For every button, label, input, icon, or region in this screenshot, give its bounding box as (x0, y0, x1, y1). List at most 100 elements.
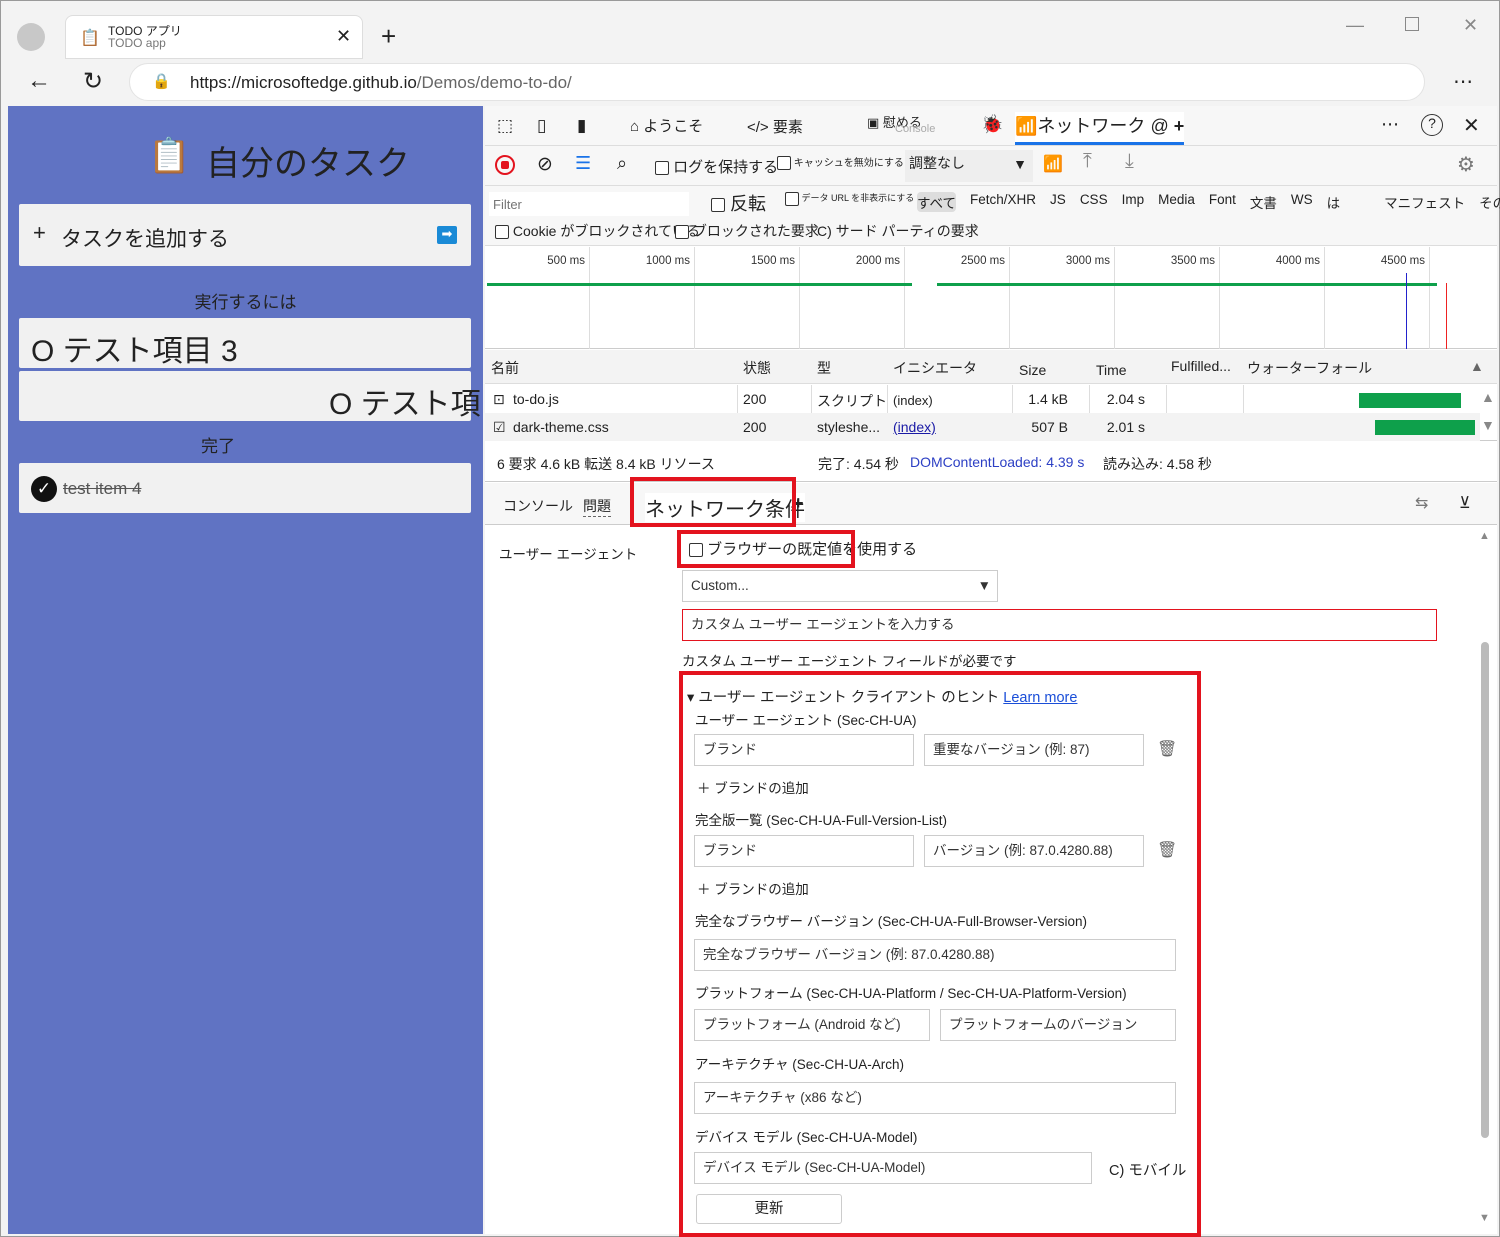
back-icon[interactable]: ← (27, 67, 51, 95)
upload-icon[interactable]: ⤒ (1083, 150, 1092, 173)
tab-welcome[interactable]: ⌂ ようこそ (630, 115, 703, 136)
brand-input[interactable]: ブランド (694, 835, 914, 867)
custom-ua-input[interactable]: カスタム ユーザー エージェントを入力する (682, 609, 1437, 641)
full-browser-version-input[interactable]: 完全なブラウザー バージョン (例: 87.0.4280.88) (694, 939, 1176, 971)
tab-console[interactable]: ▣ 慰める Console (867, 112, 935, 135)
browser-tab[interactable]: 📋 TODO アプリ TODO app ✕ (65, 15, 363, 59)
type-filter[interactable]: JS (1050, 192, 1066, 212)
type-filter[interactable]: Imp (1122, 192, 1145, 212)
disable-cache-checkbox[interactable]: キャッシュを無効にする (777, 154, 904, 171)
sort-up-icon[interactable]: ▲ (1470, 358, 1484, 374)
column-header[interactable]: 名前 (491, 358, 519, 378)
filter-input[interactable] (489, 192, 689, 216)
tab-network[interactable]: 📶ネットワーク @ + (1015, 112, 1185, 145)
tab-elements[interactable]: </> 要素 (747, 116, 803, 137)
platform-input[interactable]: プラットフォーム (Android など) (694, 1009, 930, 1041)
search-icon[interactable]: ⌕ (617, 153, 627, 174)
close-window-icon[interactable]: ✕ (1463, 15, 1478, 36)
scroll-up-icon[interactable]: ▲ (1479, 530, 1490, 542)
close-drawer-icon[interactable]: ⊻ (1459, 493, 1471, 513)
version-input[interactable]: バージョン (例: 87.0.4280.88) (924, 835, 1144, 867)
brand-input[interactable]: ブランド (694, 734, 914, 766)
major-version-input[interactable]: 重要なバージョン (例: 87) (924, 734, 1144, 766)
invert-checkbox[interactable]: 反転 (711, 190, 766, 216)
add-brand-button[interactable]: ＋ ブランドの追加 (697, 878, 809, 898)
trash-icon[interactable]: 🗑 (1157, 739, 1177, 759)
drawer-tab-issues[interactable]: 問題 (583, 496, 611, 517)
table-row[interactable]: ☑ dark-theme.css 200 styleshe... (index)… (485, 413, 1480, 441)
trash-icon[interactable]: 🗑 (1157, 840, 1177, 860)
cell-initiator[interactable]: (index) (893, 419, 936, 435)
throttle-select[interactable]: 調整なし ▼ (905, 150, 1033, 182)
minimize-icon[interactable]: — (1346, 15, 1364, 36)
ua-select[interactable]: Custom... ▼ (682, 570, 998, 602)
column-header[interactable]: Fulfilled... (1171, 358, 1231, 374)
type-filter[interactable]: WS (1291, 192, 1313, 212)
blocked-requests-checkbox[interactable]: ブロックされた要求 (675, 221, 819, 241)
mobile-checkbox[interactable]: C) モバイル (1109, 1159, 1186, 1180)
scroll-down-icon[interactable]: ▼ (1479, 1212, 1490, 1224)
arch-input[interactable]: アーキテクチャ (x86 など) (694, 1082, 1176, 1114)
type-filter-all[interactable]: すべて (917, 192, 957, 212)
maximize-icon[interactable] (1405, 17, 1419, 31)
filter-icon[interactable]: ☰ (575, 153, 591, 174)
hide-data-urls-checkbox[interactable]: データ URL を非表示にする (785, 191, 914, 206)
type-filter[interactable]: 文書 (1250, 192, 1277, 212)
close-tab-icon[interactable]: ✕ (336, 26, 351, 47)
type-filter[interactable]: マニフェスト (1384, 192, 1465, 212)
drawer-tab-console[interactable]: コンソール (503, 496, 573, 516)
more-icon[interactable]: ⋯ (1453, 69, 1473, 94)
close-devtools-icon[interactable]: ✕ (1463, 113, 1480, 138)
new-tab-icon[interactable]: + (381, 21, 396, 52)
type-filter[interactable]: Font (1209, 192, 1236, 212)
table-row[interactable]: ⊡ to-do.js 200 スクリプト (index) 1.4 kB 2.04… (485, 385, 1480, 413)
model-input[interactable]: デバイス モデル (Sec-CH-UA-Model) (694, 1152, 1092, 1184)
bug-icon[interactable]: 🐞 (981, 114, 1003, 135)
third-party-checkbox[interactable]: C) サード パーティの要求 (817, 221, 979, 241)
help-icon[interactable]: ? (1421, 114, 1443, 136)
client-hints-toggle[interactable]: ▾ ユーザー エージェント クライアント のヒント Learn more (687, 686, 1077, 707)
column-header[interactable]: Size (1019, 362, 1046, 378)
inspect-icon[interactable]: ⬚ (497, 116, 513, 136)
done-task-item[interactable]: ✓ test item 4 (19, 463, 471, 513)
column-header[interactable]: Time (1096, 362, 1127, 378)
device-icon[interactable]: ▯ (537, 116, 546, 136)
task-item[interactable]: O テスト項目 3 (19, 318, 471, 368)
check-icon[interactable]: ✓ (31, 476, 57, 502)
add-task-button[interactable]: + タスクを追加する ➡ (19, 204, 471, 266)
task-item[interactable]: O テスト項目 1 (19, 371, 536, 421)
type-filter[interactable]: その他 (1479, 192, 1500, 212)
refresh-icon[interactable]: ↻ (83, 67, 103, 96)
settings-icon[interactable]: ⚙ (1457, 152, 1475, 177)
record-icon[interactable] (495, 155, 515, 175)
update-button[interactable]: 更新 (696, 1194, 842, 1224)
more-tabs-button[interactable]: + (1174, 116, 1185, 136)
profile-avatar[interactable] (17, 23, 45, 51)
scroll-up-icon[interactable]: ▲ (1481, 389, 1495, 405)
download-icon[interactable]: ⤓ (1125, 150, 1134, 173)
cell-initiator[interactable]: (index) (893, 393, 933, 408)
type-filter[interactable]: は (1327, 192, 1341, 212)
preserve-log-checkbox[interactable]: ログを保持する (655, 156, 778, 177)
add-brand-button[interactable]: ＋ ブランドの追加 (697, 777, 809, 797)
undock-drawer-icon[interactable]: ⇆ (1415, 493, 1428, 513)
column-header[interactable]: 型 (817, 358, 831, 378)
type-filter[interactable]: Media (1158, 192, 1195, 212)
column-header[interactable]: 状態 (743, 358, 771, 378)
column-header[interactable]: イニシエータ (893, 358, 977, 378)
address-bar[interactable]: 🔒 https://microsoftedge.github.io/Demos/… (129, 63, 1425, 101)
network-conditions-icon[interactable]: 📶 (1043, 154, 1063, 174)
learn-more-link[interactable]: Learn more (1003, 690, 1077, 706)
clear-icon[interactable]: ⊘ (537, 153, 553, 176)
more-icon[interactable]: ⋯ (1381, 114, 1399, 135)
scrollbar-thumb[interactable] (1481, 642, 1489, 1138)
column-header[interactable]: ウォーターフォール (1247, 358, 1372, 378)
scroll-down-icon[interactable]: ▼ (1481, 417, 1495, 433)
type-filter[interactable]: Fetch/XHR (970, 192, 1036, 212)
submit-arrow-icon[interactable]: ➡ (437, 226, 457, 244)
platform-version-input[interactable]: プラットフォームのバージョン (940, 1009, 1176, 1041)
blocked-cookies-checkbox[interactable]: Cookie がブロックされている (495, 221, 700, 241)
timeline-overview[interactable]: 500 ms 1000 ms 1500 ms 2000 ms 2500 ms 3000 m… (485, 247, 1497, 349)
type-filter[interactable]: CSS (1080, 192, 1108, 212)
dock-icon[interactable]: ▮ (577, 116, 586, 136)
